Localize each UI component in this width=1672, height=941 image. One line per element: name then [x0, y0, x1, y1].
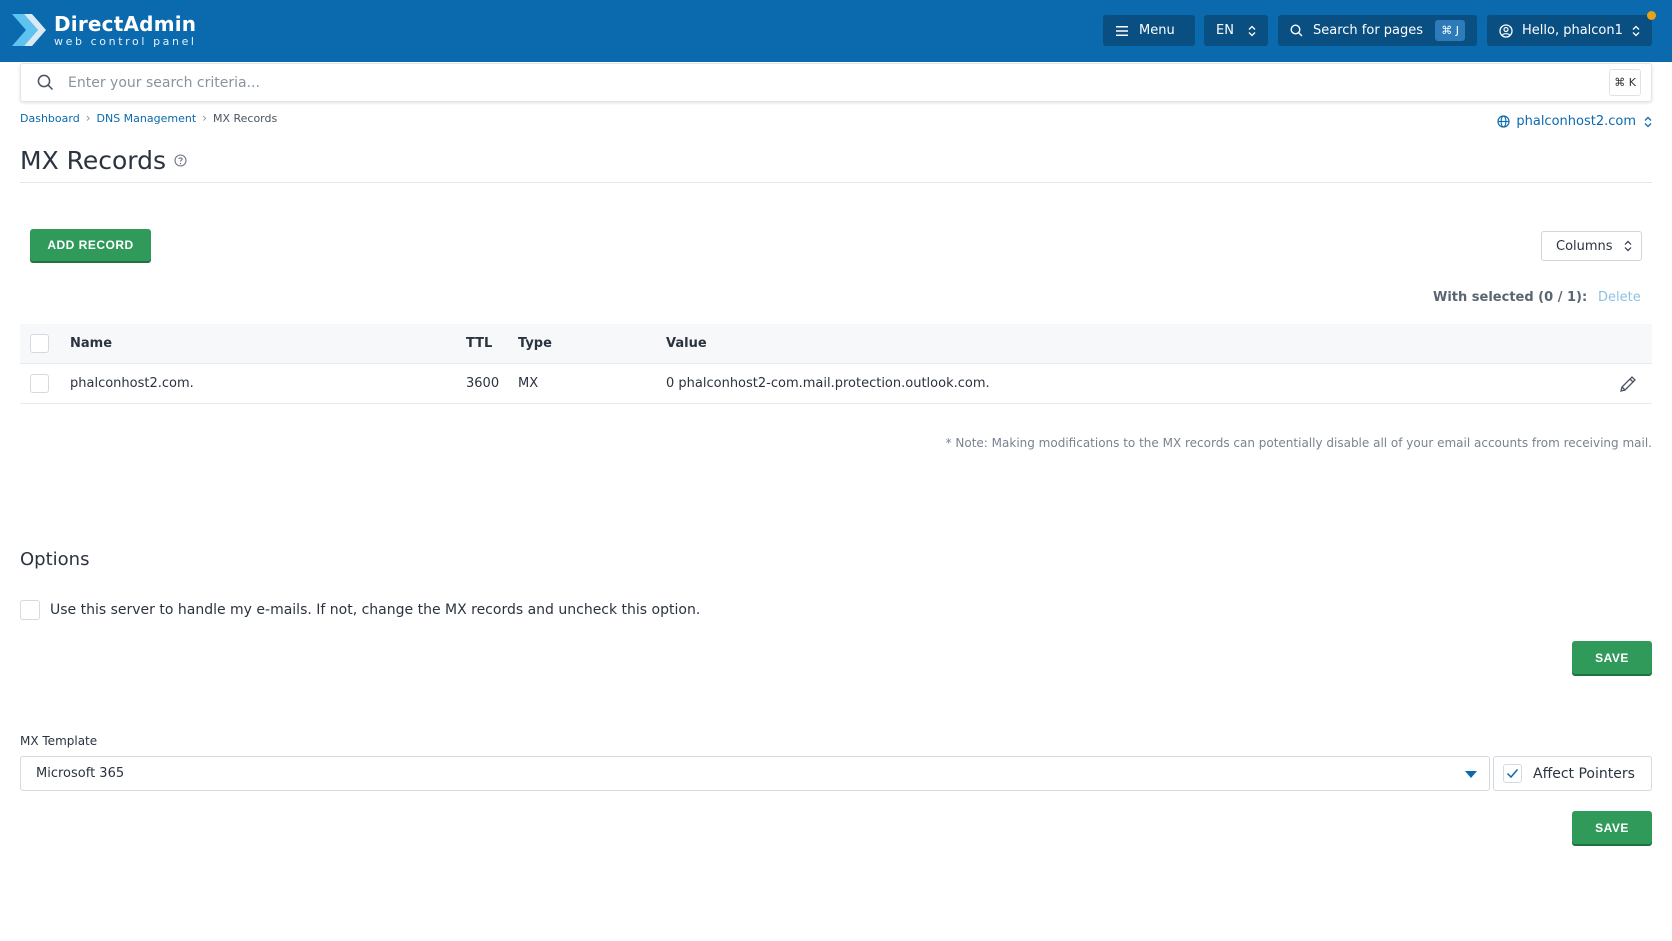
table-row: phalconhost2.com. 3600 MX 0 phalconhost2…: [20, 364, 1652, 404]
local-mail-option[interactable]: Use this server to handle my e-mails. If…: [20, 600, 700, 620]
title-divider: [20, 182, 1652, 183]
search-pages-button[interactable]: Search for pages ⌘ J: [1278, 15, 1477, 46]
column-header-value[interactable]: Value: [666, 336, 707, 351]
mx-template-value: Microsoft 365: [36, 766, 125, 781]
breadcrumb-dashboard[interactable]: Dashboard: [20, 112, 80, 125]
affect-pointers-toggle[interactable]: Affect Pointers: [1493, 756, 1652, 791]
mx-template-label: MX Template: [20, 734, 98, 748]
columns-button[interactable]: Columns: [1541, 231, 1642, 261]
search-pages-label: Search for pages: [1313, 23, 1424, 38]
affect-pointers-label: Affect Pointers: [1533, 765, 1635, 782]
edit-pencil-icon[interactable]: [1618, 374, 1638, 394]
save-options-button[interactable]: SAVE: [1572, 641, 1652, 674]
local-mail-checkbox[interactable]: [20, 600, 40, 620]
globe-icon: [1497, 115, 1510, 128]
chevron-updown-icon: [1624, 240, 1632, 252]
page-title-text: MX Records: [20, 146, 167, 175]
save-template-button[interactable]: SAVE: [1572, 811, 1652, 844]
logo-title: DirectAdmin: [54, 11, 197, 36]
column-header-type[interactable]: Type: [518, 336, 552, 351]
page-title: MX Records: [20, 146, 187, 175]
menu-button[interactable]: Menu: [1103, 15, 1195, 46]
user-menu-button[interactable]: Hello, phalcon1: [1487, 15, 1652, 46]
search-shortcut: ⌘ K: [1609, 69, 1641, 96]
logo-subtitle: web control panel: [54, 34, 197, 48]
breadcrumb-dns-management[interactable]: DNS Management: [97, 112, 197, 125]
directadmin-logo-icon: [12, 14, 46, 46]
help-icon[interactable]: [174, 154, 187, 167]
delete-button[interactable]: Delete: [1598, 290, 1641, 305]
logo[interactable]: DirectAdmin web control panel: [10, 10, 197, 50]
local-mail-label: Use this server to handle my e-mails. If…: [50, 602, 701, 618]
notification-dot: [1647, 11, 1656, 20]
breadcrumb: Dashboard › DNS Management › MX Records: [20, 111, 277, 125]
global-search-bar: ⌘ K: [20, 63, 1652, 102]
search-input[interactable]: [68, 74, 1528, 91]
row-checkbox[interactable]: [30, 374, 49, 393]
chevron-updown-icon: [1632, 25, 1640, 36]
user-circle-icon: [1499, 23, 1513, 38]
language-label: EN: [1216, 23, 1234, 38]
add-record-button[interactable]: ADD RECORD: [30, 229, 151, 261]
menu-label: Menu: [1139, 23, 1175, 38]
table-header: Name TTL Type Value: [20, 324, 1652, 364]
domain-selector[interactable]: phalconhost2.com: [1497, 114, 1652, 129]
language-selector[interactable]: EN: [1204, 15, 1268, 46]
search-pages-shortcut: ⌘ J: [1435, 20, 1465, 41]
select-all-checkbox[interactable]: [30, 334, 49, 353]
user-greeting: Hello, phalcon1: [1522, 23, 1623, 38]
chevron-right-icon: ›: [85, 111, 91, 125]
chevron-updown-icon: [1644, 116, 1652, 127]
mx-records-table: Name TTL Type Value phalconhost2.com. 36…: [20, 324, 1652, 404]
cell-value: 0 phalconhost2-com.mail.protection.outlo…: [666, 376, 990, 391]
options-heading: Options: [20, 549, 90, 570]
caret-down-icon: [1465, 771, 1477, 778]
top-bar: DirectAdmin web control panel Menu EN Se…: [0, 0, 1672, 62]
column-header-name[interactable]: Name: [70, 336, 112, 351]
cell-name: phalconhost2.com.: [70, 376, 194, 391]
mx-template-select[interactable]: Microsoft 365: [20, 756, 1490, 791]
column-header-ttl[interactable]: TTL: [466, 336, 492, 351]
chevron-right-icon: ›: [202, 111, 207, 125]
search-icon: [37, 74, 54, 91]
chevron-updown-icon: [1248, 25, 1256, 36]
affect-pointers-checkbox[interactable]: [1503, 764, 1522, 783]
checkmark-icon: [1506, 769, 1519, 779]
cell-type: MX: [518, 376, 539, 391]
cell-ttl: 3600: [466, 376, 500, 391]
with-selected-label: With selected (0 / 1):: [1433, 290, 1588, 305]
domain-selector-value: phalconhost2.com: [1516, 114, 1636, 129]
breadcrumb-current: MX Records: [212, 111, 278, 125]
mx-warning-note: * Note: Making modifications to the MX r…: [945, 436, 1652, 450]
columns-label: Columns: [1556, 238, 1613, 254]
search-icon: [1290, 24, 1303, 37]
hamburger-icon: [1116, 25, 1128, 36]
